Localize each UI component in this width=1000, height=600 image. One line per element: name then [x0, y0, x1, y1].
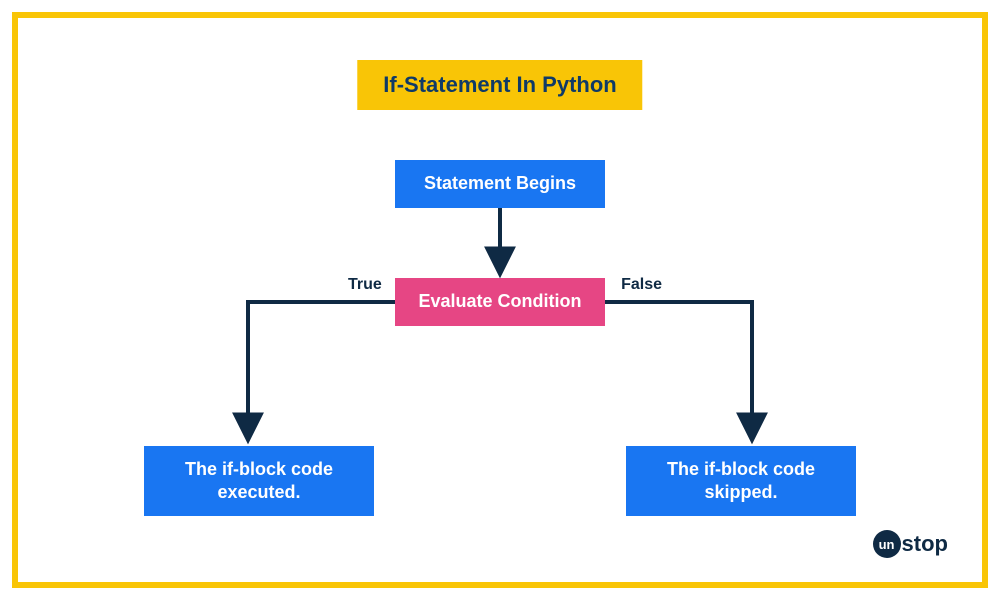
edge-label-true: True — [348, 276, 382, 294]
node-evaluate-condition: Evaluate Condition — [395, 278, 605, 326]
brand-logo-text: stop — [902, 531, 948, 557]
diagram-title: If-Statement In Python — [357, 60, 642, 110]
brand-logo: unstop — [873, 530, 948, 558]
edge-label-false: False — [621, 276, 662, 294]
outer-border: If-Statement In Python Statement Begins … — [12, 12, 988, 588]
node-statement-begins: Statement Begins — [395, 160, 605, 208]
diagram-canvas: If-Statement In Python Statement Begins … — [18, 18, 982, 582]
brand-logo-circle: un — [873, 530, 901, 558]
node-if-block-skipped: The if-block code skipped. — [626, 446, 856, 516]
node-if-block-executed: The if-block code executed. — [144, 446, 374, 516]
